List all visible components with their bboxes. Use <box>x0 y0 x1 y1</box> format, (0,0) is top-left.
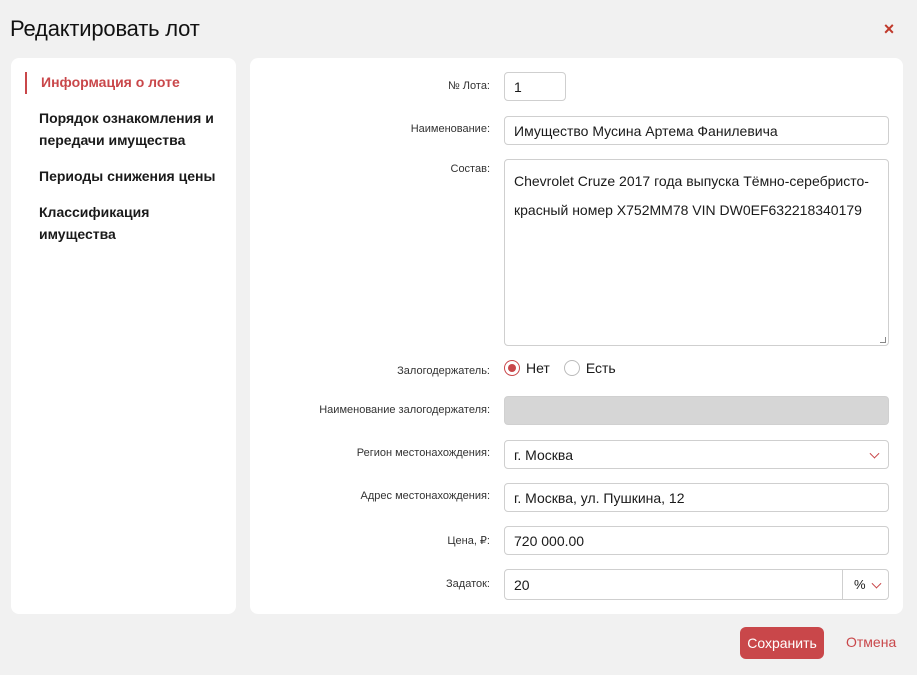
chevron-down-icon <box>869 448 880 459</box>
sidebar-item-price-periods[interactable]: Периоды снижения цены <box>39 165 229 187</box>
pledgeholder-no-radio[interactable] <box>504 360 520 376</box>
deposit-value: 20 <box>514 576 530 593</box>
pledgeholder-name-input <box>504 396 889 425</box>
sidebar-item-classification[interactable]: Классификация имущества <box>39 201 229 245</box>
address-input[interactable]: г. Москва, ул. Пушкина, 12 <box>504 483 889 512</box>
sidebar-nav: Информация о лоте Порядок ознакомления и… <box>11 58 236 614</box>
deposit-input[interactable]: 20 % <box>504 569 889 600</box>
resize-handle-icon[interactable] <box>880 337 886 343</box>
chevron-down-icon <box>871 578 882 589</box>
region-label: Регион местонахождения: <box>356 447 490 459</box>
composition-label: Состав: <box>450 163 491 175</box>
region-select[interactable]: г. Москва <box>504 440 889 469</box>
address-label: Адрес местонахождения: <box>360 490 490 502</box>
pledgeholder-name-label: Наименование залогодержателя: <box>319 404 490 416</box>
modal-title: Редактировать лот <box>10 16 200 41</box>
composition-textarea[interactable]: Chevrolet Cruze 2017 года выпуска Тёмно-… <box>504 159 889 346</box>
sidebar-item-lot-info[interactable]: Информация о лоте <box>41 71 231 93</box>
save-button[interactable]: Сохранить <box>740 627 824 659</box>
active-indicator <box>25 72 27 94</box>
lot-form: № Лота: 1 Наименование: Имущество Мусина… <box>250 58 903 614</box>
name-label: Наименование: <box>410 123 490 135</box>
cancel-button[interactable]: Отмена <box>846 634 896 650</box>
pledgeholder-yes-radio[interactable] <box>563 360 580 376</box>
deposit-unit-value: % <box>854 577 866 592</box>
pledgeholder-label: Залогодержатель: <box>397 365 490 377</box>
pledgeholder-radio-group: Нет Есть <box>504 360 630 376</box>
lot-number-input[interactable]: 1 <box>504 72 566 101</box>
price-input[interactable]: 720 000.00 <box>504 526 889 555</box>
sidebar-item-inspection-order[interactable]: Порядок ознакомления и передачи имуществ… <box>39 107 229 151</box>
region-value: г. Москва <box>514 446 573 463</box>
name-input[interactable]: Имущество Мусина Артема Фанилевича <box>504 116 889 145</box>
pledgeholder-no-label[interactable]: Нет <box>526 360 550 376</box>
composition-text: Chevrolet Cruze 2017 года выпуска Тёмно-… <box>514 173 869 218</box>
lot-number-label: № Лота: <box>447 80 490 92</box>
pledgeholder-yes-label[interactable]: Есть <box>586 360 616 376</box>
deposit-unit-select[interactable]: % <box>842 570 888 599</box>
deposit-label: Задаток: <box>446 578 490 590</box>
close-icon[interactable]: × <box>880 20 898 38</box>
price-label: Цена, ₽: <box>447 535 490 547</box>
